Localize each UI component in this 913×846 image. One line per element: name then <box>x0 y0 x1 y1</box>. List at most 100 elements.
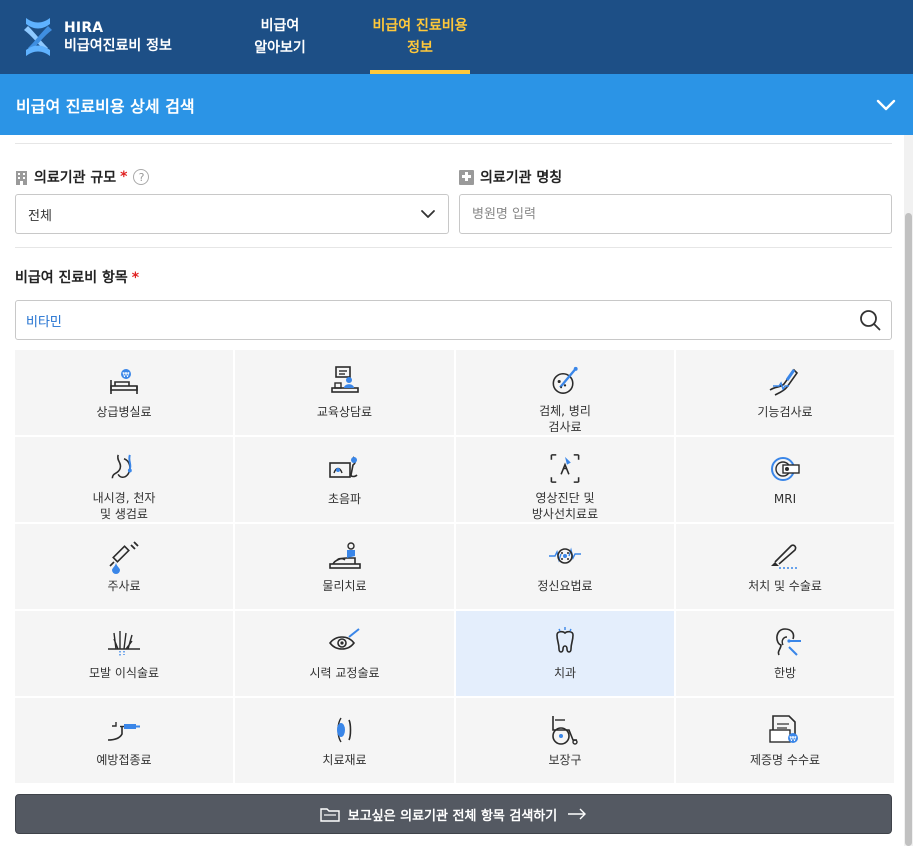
nav-label: 비급여 알아보기 <box>254 18 306 56</box>
search-icon[interactable] <box>859 309 881 331</box>
category-item[interactable]: ₩ 상급병실료 <box>15 350 233 435</box>
logo-line1: HIRA <box>64 20 104 36</box>
function-test-icon <box>769 368 799 396</box>
hira-logo[interactable]: HIRA 비급여진료비 정보 <box>0 0 230 74</box>
vaccination-icon <box>107 722 140 741</box>
scale-label: 의료기관 규모 <box>34 170 117 186</box>
detail-search-header[interactable]: 비급여 진료비용 상세 검색 <box>0 74 913 135</box>
category-item[interactable]: 보장구 <box>456 698 674 783</box>
hair-icon <box>108 631 140 657</box>
category-label: 검체, 병리 검사료 <box>539 404 591 434</box>
category-item[interactable]: 한방 <box>676 611 894 696</box>
chevron-down-icon[interactable] <box>875 94 897 116</box>
category-label: 치과 <box>553 666 577 680</box>
eye-icon <box>328 628 360 650</box>
category-item[interactable]: 치료재료 <box>235 698 454 783</box>
category-item[interactable]: 시력 교정술료 <box>235 611 454 696</box>
category-item[interactable]: 치과 <box>456 611 674 696</box>
name-label: 의료기관 명칭 <box>480 170 563 186</box>
arrow-right-icon <box>568 808 587 820</box>
imaging-icon <box>550 454 580 483</box>
scrollbar[interactable] <box>904 135 913 846</box>
required-mark: * <box>120 169 128 185</box>
items-label: 비급여 진료비 항목 * <box>15 267 139 287</box>
category-label: 교육상담료 <box>316 405 373 419</box>
category-item[interactable]: 교육상담료 <box>235 350 454 435</box>
item-search-box[interactable] <box>15 300 892 340</box>
logo-line2: 비급여진료비 정보 <box>64 38 172 54</box>
category-label: 처치 및 수술료 <box>748 579 822 593</box>
required-mark: * <box>131 270 140 286</box>
category-label: 영상진단 및 방사선치료료 <box>531 491 599 521</box>
category-label: 기능검사료 <box>757 405 813 419</box>
category-item[interactable]: 모발 이식술료 <box>15 611 233 696</box>
category-item[interactable]: ₩ 제증명 수수료 <box>676 698 894 783</box>
category-item[interactable]: 처치 및 수술료 <box>676 524 894 609</box>
nav-label: 비급여 진료비용 정보 <box>372 18 468 56</box>
search-all-button[interactable]: 보고싶은 의료기관 전체 항목 검색하기 <box>15 794 892 834</box>
svg-text:₩: ₩ <box>123 371 130 379</box>
scale-label-row: 의료기관 규모 * ? <box>15 167 150 187</box>
items-label-text: 비급여 진료비 항목 <box>15 270 128 286</box>
scale-select-value: 전체 <box>28 208 52 224</box>
hospital-bed-icon: ₩ <box>110 369 138 394</box>
svg-text:₩: ₩ <box>790 735 797 743</box>
top-navigation-bar: HIRA 비급여진료비 정보 비급여 알아보기 비급여 진료비용 정보 <box>0 0 913 74</box>
section-title: 비급여 진료비용 상세 검색 <box>16 96 195 116</box>
nav-noncovered-cost-info[interactable]: 비급여 진료비용 정보 <box>370 0 470 74</box>
category-label: 내시경, 천자 및 생검료 <box>92 491 156 521</box>
scalpel-icon <box>771 544 799 569</box>
category-item[interactable]: 초음파 <box>235 437 454 522</box>
category-label: 시력 교정술료 <box>309 666 380 680</box>
counseling-icon <box>330 366 359 393</box>
syringe-icon <box>109 541 139 574</box>
category-item[interactable]: 검체, 병리 검사료 <box>456 350 674 435</box>
nav-noncovered-intro[interactable]: 비급여 알아보기 <box>230 0 330 74</box>
category-grid: ₩ 상급병실료 교육상담료 검체, 병리 검사료 기능검사료내시경, 천자 및 생검료 초… <box>15 350 894 783</box>
hospital-name-input[interactable] <box>459 194 892 234</box>
category-label: MRI <box>773 492 797 506</box>
category-label: 상급병실료 <box>96 405 152 419</box>
category-label: 한방 <box>773 666 797 680</box>
wheelchair-icon <box>552 716 578 745</box>
ultrasound-icon <box>328 456 358 478</box>
help-icon[interactable]: ? <box>133 169 150 185</box>
category-item[interactable]: MRI <box>676 437 894 522</box>
category-label: 주사료 <box>107 579 141 593</box>
category-item[interactable]: 기능검사료 <box>676 350 894 435</box>
chevron-down-icon <box>421 210 435 218</box>
main-nav: 비급여 알아보기 비급여 진료비용 정보 <box>230 0 510 74</box>
item-search-input[interactable] <box>26 312 826 328</box>
search-panel: 의료기관 규모 * ? 의료기관 명칭 전체 비급여 진료비 항목* ₩상급병실… <box>0 135 904 846</box>
tooth-icon <box>556 627 574 653</box>
scrollbar-thumb[interactable] <box>905 213 912 846</box>
search-all-label: 보고싶은 의료기관 전체 항목 검색하기 <box>347 808 558 824</box>
category-label: 초음파 <box>327 492 362 506</box>
folder-icon <box>320 808 340 822</box>
name-label-row: 의료기관 명칭 <box>459 167 562 187</box>
divider <box>15 247 892 248</box>
ear-acupuncture-icon <box>776 628 801 656</box>
brain-icon <box>549 547 581 564</box>
category-label: 제증명 수수료 <box>749 753 821 767</box>
specimen-icon <box>552 366 578 394</box>
divider <box>15 143 892 144</box>
category-label: 물리치료 <box>322 579 367 593</box>
category-label: 예방접종료 <box>96 753 152 767</box>
category-item[interactable]: 내시경, 천자 및 생검료 <box>15 437 233 522</box>
endoscope-icon <box>111 454 132 479</box>
physical-therapy-icon <box>328 542 361 569</box>
category-item[interactable]: 물리치료 <box>235 524 454 609</box>
category-label: 치료재료 <box>322 753 367 767</box>
category-item[interactable]: 예방접종료 <box>15 698 233 783</box>
building-icon <box>16 171 27 185</box>
scale-select[interactable]: 전체 <box>15 194 449 234</box>
hospital-icon <box>459 170 474 185</box>
category-label: 정신요법료 <box>537 579 593 593</box>
category-item[interactable]: 주사료 <box>15 524 233 609</box>
category-label: 모발 이식술료 <box>88 666 160 680</box>
category-label: 보장구 <box>548 753 582 767</box>
category-item[interactable]: 정신요법료 <box>456 524 674 609</box>
hira-logo-icon <box>24 18 52 56</box>
category-item[interactable]: 영상진단 및 방사선치료료 <box>456 437 674 522</box>
